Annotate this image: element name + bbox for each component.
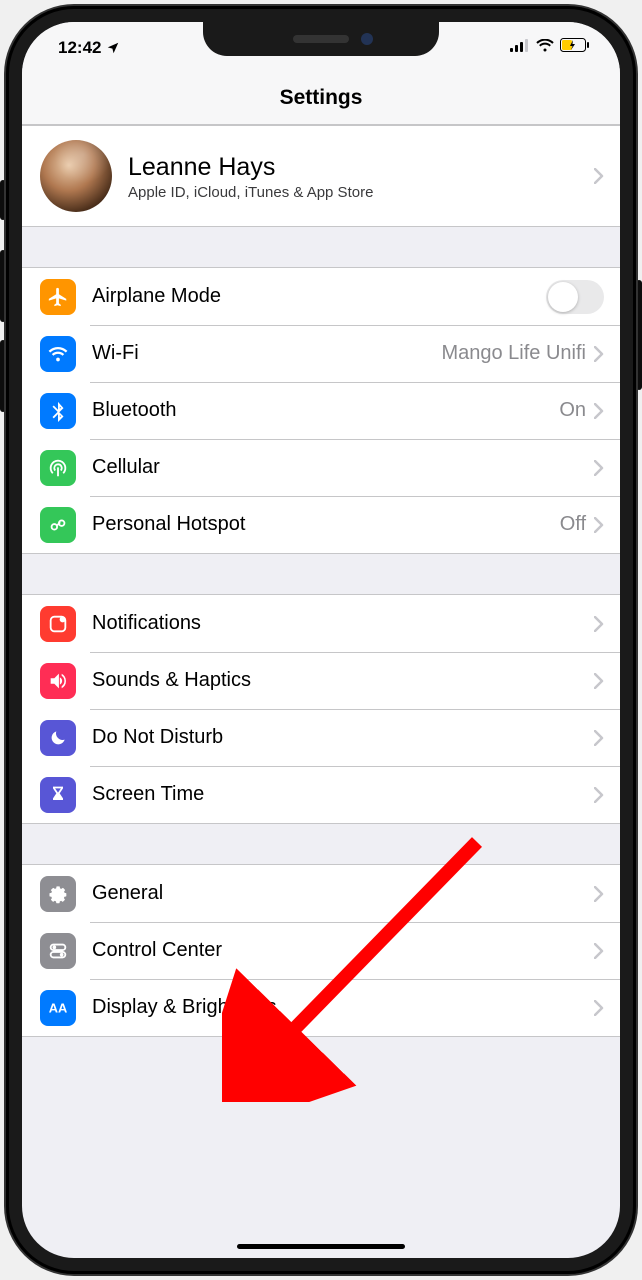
row-label: Sounds & Haptics (92, 669, 594, 692)
section-gap (22, 824, 620, 864)
profile-subtitle: Apple ID, iCloud, iTunes & App Store (128, 184, 594, 201)
apple-id-row[interactable]: Leanne Hays Apple ID, iCloud, iTunes & A… (22, 126, 620, 226)
row-label: Cellular (92, 456, 594, 479)
section-gap (22, 227, 620, 267)
cellular-row[interactable]: Cellular (22, 439, 620, 496)
general-group: General Control Center AA Display & Brig… (22, 864, 620, 1037)
chevron-right-icon (594, 787, 604, 803)
control-center-icon (40, 933, 76, 969)
display-icon: AA (40, 990, 76, 1026)
chevron-right-icon (594, 1000, 604, 1016)
notifications-row[interactable]: Notifications (22, 595, 620, 652)
profile-name: Leanne Hays (128, 152, 594, 182)
chevron-right-icon (594, 886, 604, 902)
connectivity-group: Airplane Mode Wi-Fi Mango Life Unifi Blu… (22, 267, 620, 554)
page-title: Settings (22, 72, 620, 125)
wifi-row[interactable]: Wi-Fi Mango Life Unifi (22, 325, 620, 382)
home-indicator[interactable] (237, 1244, 405, 1249)
airplane-icon (40, 279, 76, 315)
row-label: Do Not Disturb (92, 726, 594, 749)
display-row[interactable]: AA Display & Brightness (22, 979, 620, 1036)
chevron-right-icon (594, 460, 604, 476)
svg-text:AA: AA (49, 1000, 68, 1015)
bluetooth-row[interactable]: Bluetooth On (22, 382, 620, 439)
moon-icon (40, 720, 76, 756)
chevron-right-icon (594, 346, 604, 362)
row-label: Control Center (92, 939, 594, 962)
notch (203, 22, 439, 56)
chevron-right-icon (594, 616, 604, 632)
row-label: Airplane Mode (92, 285, 546, 308)
section-gap (22, 554, 620, 594)
cellular-icon (40, 450, 76, 486)
airplane-mode-row[interactable]: Airplane Mode (22, 268, 620, 325)
row-value: Mango Life Unifi (441, 342, 586, 365)
bluetooth-icon (40, 393, 76, 429)
airplane-toggle[interactable] (546, 280, 604, 314)
sounds-row[interactable]: Sounds & Haptics (22, 652, 620, 709)
row-label: Screen Time (92, 783, 594, 806)
location-arrow-icon (106, 41, 120, 55)
dnd-row[interactable]: Do Not Disturb (22, 709, 620, 766)
notifications-group: Notifications Sounds & Haptics Do Not Di… (22, 594, 620, 824)
row-label: General (92, 882, 594, 905)
row-label: Personal Hotspot (92, 513, 560, 536)
battery-icon (560, 38, 590, 52)
row-label: Notifications (92, 612, 594, 635)
profile-section: Leanne Hays Apple ID, iCloud, iTunes & A… (22, 125, 620, 227)
status-time: 12:42 (58, 38, 101, 58)
chevron-right-icon (594, 517, 604, 533)
phone-frame: 12:42 (6, 6, 636, 1274)
chevron-right-icon (594, 943, 604, 959)
hotspot-row[interactable]: Personal Hotspot Off (22, 496, 620, 553)
hourglass-icon (40, 777, 76, 813)
avatar (40, 140, 112, 212)
row-value: Off (560, 513, 586, 536)
row-label: Bluetooth (92, 399, 559, 422)
sounds-icon (40, 663, 76, 699)
chevron-right-icon (594, 730, 604, 746)
chevron-right-icon (594, 673, 604, 689)
screentime-row[interactable]: Screen Time (22, 766, 620, 823)
hotspot-icon (40, 507, 76, 543)
row-label: Display & Brightness (92, 996, 594, 1019)
chevron-right-icon (594, 403, 604, 419)
general-row[interactable]: General (22, 865, 620, 922)
chevron-right-icon (594, 168, 604, 184)
wifi-icon (536, 39, 554, 52)
gear-icon (40, 876, 76, 912)
wifi-icon (40, 336, 76, 372)
control-center-row[interactable]: Control Center (22, 922, 620, 979)
row-label: Wi-Fi (92, 342, 441, 365)
notifications-icon (40, 606, 76, 642)
row-value: On (559, 399, 586, 422)
cellular-signal-icon (510, 39, 530, 52)
screen: 12:42 (22, 22, 620, 1258)
